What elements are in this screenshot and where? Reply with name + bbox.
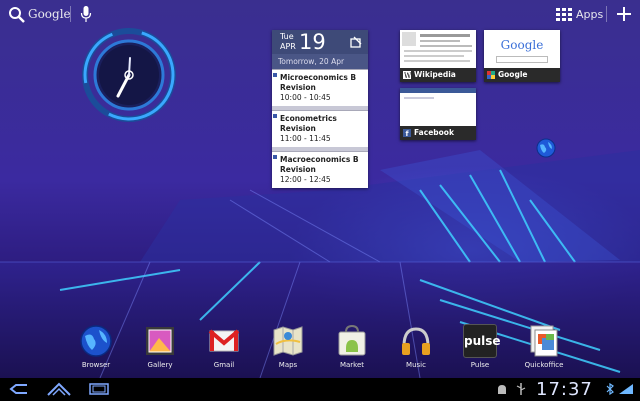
home-icon[interactable]: [46, 382, 72, 396]
event-title: Macroeconomics B Revision: [280, 155, 359, 174]
bookmark-thumbnail: Google: [484, 30, 560, 68]
dock-pulse[interactable]: pulse Pulse: [450, 324, 510, 369]
svg-text:W: W: [404, 72, 411, 79]
pulse-icon: pulse: [463, 324, 501, 358]
dock-label: Maps: [278, 361, 298, 369]
market-bag-icon: [338, 324, 366, 356]
dock-label: Browser: [81, 361, 111, 369]
gmail-icon: [208, 329, 240, 352]
bookmark-thumbnail: [400, 30, 476, 68]
dock-market[interactable]: Market: [322, 324, 382, 369]
microphone-icon[interactable]: [80, 5, 92, 23]
dock-label: Gallery: [147, 361, 173, 369]
event-time: 11:00 - 11:45: [280, 134, 331, 143]
dock-label: Quickoffice: [524, 361, 564, 369]
dock-gallery[interactable]: Gallery: [130, 324, 190, 369]
calendar-widget[interactable]: Tue APR 19 Tomorrow, 20 Apr Microeconomi…: [272, 30, 368, 188]
bookmark-label: Wikipedia: [414, 70, 456, 79]
event-title: Microeconomics B Revision: [280, 73, 357, 92]
analog-clock-widget[interactable]: [82, 28, 176, 122]
quickoffice-icon: [530, 325, 558, 357]
event-time: 10:00 - 10:45: [280, 93, 331, 102]
bookmark-thumbnail: [400, 88, 476, 126]
calendar-month: APR: [280, 42, 296, 51]
event-time: 12:00 - 12:45: [280, 175, 331, 184]
google-icon: [487, 71, 495, 79]
calendar-subheader: Tomorrow, 20 Apr: [272, 54, 368, 69]
apps-grid-icon[interactable]: [556, 8, 572, 22]
bookmark-label: Google: [498, 70, 528, 79]
calendar-edit-icon[interactable]: [350, 36, 362, 48]
bookmark-google[interactable]: Google Google: [484, 30, 560, 82]
calendar-event[interactable]: Microeconomics B Revision 10:00 - 10:45: [272, 69, 368, 106]
dock-label: Gmail: [213, 361, 235, 369]
dock-label: Pulse: [470, 361, 490, 369]
wifi-signal-icon: [619, 384, 633, 394]
facebook-icon: f: [403, 129, 411, 137]
recent-apps-icon[interactable]: [88, 383, 110, 395]
dock-gmail[interactable]: Gmail: [194, 324, 254, 369]
apps-button[interactable]: Apps: [576, 8, 603, 21]
top-divider: [70, 6, 71, 22]
bookmark-label: Facebook: [414, 128, 454, 137]
android-debug-icon: [498, 385, 506, 394]
gallery-icon: [146, 327, 174, 355]
status-clock[interactable]: 17:37: [536, 378, 593, 401]
google-search-label[interactable]: Google: [28, 7, 71, 21]
bookmark-wikipedia[interactable]: W Wikipedia: [400, 30, 476, 82]
calendar-day: 19: [299, 30, 326, 54]
calendar-header: Tue APR 19: [272, 30, 368, 54]
back-icon[interactable]: [8, 383, 30, 395]
browser-globe-icon[interactable]: [536, 138, 556, 158]
usb-icon: [516, 383, 526, 395]
dock-maps[interactable]: Maps: [258, 324, 318, 369]
calendar-event[interactable]: Econometrics Revision 11:00 - 11:45: [272, 110, 368, 147]
event-title: Econometrics Revision: [280, 114, 337, 133]
dock-quickoffice[interactable]: Quickoffice: [514, 324, 574, 369]
music-headphones-icon: [402, 327, 430, 355]
dock-label: Music: [406, 361, 426, 369]
calendar-event[interactable]: Macroeconomics B Revision 12:00 - 12:45: [272, 151, 368, 188]
dock-label: Market: [339, 361, 365, 369]
calendar-weekday: Tue: [280, 32, 294, 41]
bookmark-facebook[interactable]: f Facebook: [400, 88, 476, 140]
wikipedia-icon: W: [403, 71, 411, 79]
maps-icon: [273, 326, 303, 356]
bluetooth-icon: [606, 383, 614, 395]
search-icon[interactable]: [8, 6, 26, 24]
add-widget-icon[interactable]: [616, 6, 632, 22]
dock-browser[interactable]: Browser: [66, 324, 126, 369]
browser-globe-icon: [80, 325, 112, 357]
top-divider: [606, 6, 607, 22]
dock-music[interactable]: Music: [386, 324, 446, 369]
